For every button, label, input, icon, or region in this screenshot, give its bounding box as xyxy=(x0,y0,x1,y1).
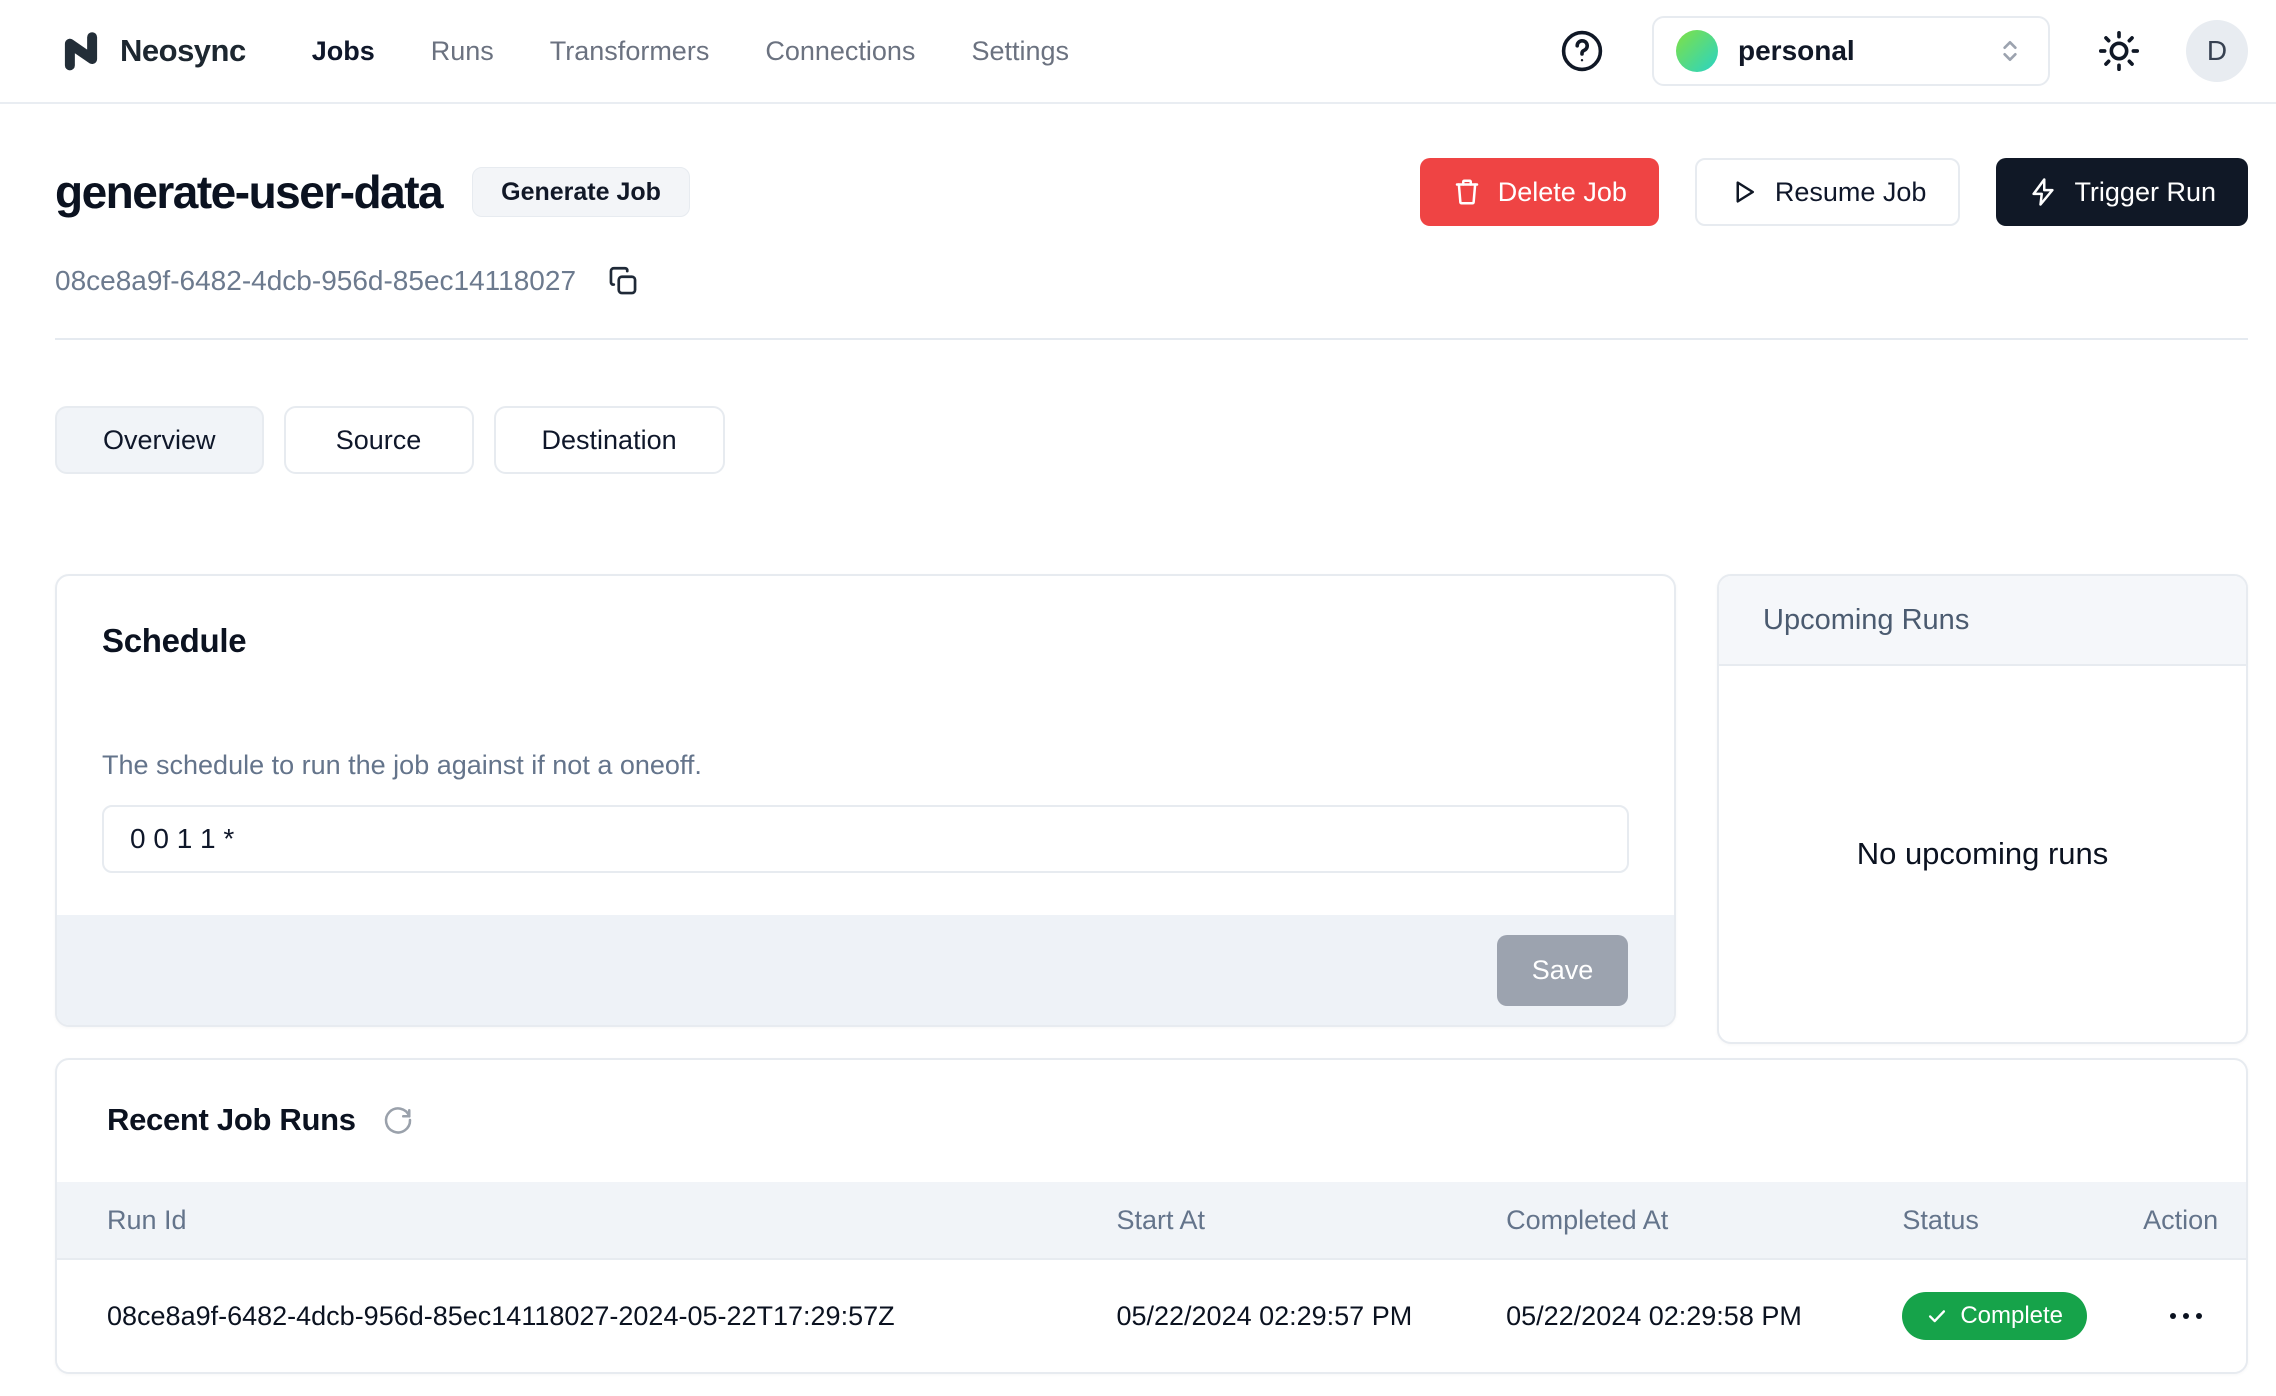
tab-overview[interactable]: Overview xyxy=(55,406,264,474)
schedule-title: Schedule xyxy=(102,622,1629,660)
delete-job-button[interactable]: Delete Job xyxy=(1420,158,1659,226)
tab-source[interactable]: Source xyxy=(284,406,474,474)
trigger-run-button[interactable]: Trigger Run xyxy=(1996,158,2248,226)
runs-table-header: Run Id Start At Completed At Status Acti… xyxy=(57,1182,2246,1260)
status-cell: Complete xyxy=(1902,1292,2143,1340)
chevron-up-down-icon xyxy=(1994,35,2026,67)
play-icon xyxy=(1729,177,1759,207)
action-cell xyxy=(2143,1303,2246,1329)
recent-job-runs-header: Recent Job Runs xyxy=(57,1060,2246,1182)
column-status: Status xyxy=(1902,1205,2143,1236)
table-row[interactable]: 08ce8a9f-6482-4dcb-956d-85ec14118027-202… xyxy=(57,1260,2246,1372)
theme-toggle-sun-icon[interactable] xyxy=(2096,28,2142,74)
job-id-row: 08ce8a9f-6482-4dcb-956d-85ec14118027 xyxy=(55,264,2248,298)
brand-logo[interactable]: Neosync xyxy=(58,28,246,74)
trash-icon xyxy=(1452,177,1482,207)
lightning-bolt-icon xyxy=(2028,177,2058,207)
job-overview-page: generate-user-data Generate Job Delete J… xyxy=(0,158,2276,1374)
start-at-cell: 05/22/2024 02:29:57 PM xyxy=(1116,1301,1506,1332)
tab-destination[interactable]: Destination xyxy=(494,406,725,474)
status-label: Complete xyxy=(1960,1302,2063,1330)
page-header: generate-user-data Generate Job Delete J… xyxy=(55,158,2248,226)
nav-item-settings[interactable]: Settings xyxy=(971,36,1069,67)
column-start-at: Start At xyxy=(1116,1205,1506,1236)
nav-item-connections[interactable]: Connections xyxy=(765,36,915,67)
nav-item-jobs[interactable]: Jobs xyxy=(312,36,375,67)
user-avatar-initial: D xyxy=(2207,35,2227,67)
resume-job-label: Resume Job xyxy=(1775,177,1927,208)
upcoming-runs-card: Upcoming Runs No upcoming runs xyxy=(1717,574,2248,1044)
check-icon xyxy=(1926,1305,1948,1327)
job-id: 08ce8a9f-6482-4dcb-956d-85ec14118027 xyxy=(55,265,576,297)
ellipsis-icon[interactable] xyxy=(2166,1303,2206,1329)
column-completed-at: Completed At xyxy=(1506,1205,1902,1236)
schedule-card-footer: Save xyxy=(57,915,1674,1025)
account-name: personal xyxy=(1738,35,1974,67)
run-id-cell: 08ce8a9f-6482-4dcb-956d-85ec14118027-202… xyxy=(57,1301,1116,1332)
schedule-description: The schedule to run the job against if n… xyxy=(102,750,1629,781)
neosync-logo-icon xyxy=(58,28,104,74)
upcoming-runs-empty-state: No upcoming runs xyxy=(1719,666,2246,1042)
page-actions: Delete Job Resume Job Trigger Run xyxy=(1420,158,2248,226)
account-avatar-gradient xyxy=(1676,30,1718,72)
cron-schedule-input[interactable] xyxy=(102,805,1629,873)
section-divider xyxy=(55,338,2248,340)
brand-name: Neosync xyxy=(120,33,246,69)
nav-item-transformers[interactable]: Transformers xyxy=(550,36,710,67)
page-title: generate-user-data xyxy=(55,165,442,219)
trigger-run-label: Trigger Run xyxy=(2074,177,2216,208)
help-icon[interactable] xyxy=(1558,27,1606,75)
user-avatar[interactable]: D xyxy=(2186,20,2248,82)
top-nav: Neosync Jobs Runs Transformers Connectio… xyxy=(0,0,2276,104)
delete-job-label: Delete Job xyxy=(1498,177,1627,208)
account-switcher[interactable]: personal xyxy=(1652,16,2050,86)
copy-icon[interactable] xyxy=(606,264,640,298)
column-action: Action xyxy=(2143,1205,2248,1236)
status-badge: Complete xyxy=(1902,1292,2087,1340)
overview-cards-row: Schedule The schedule to run the job aga… xyxy=(55,574,2248,1044)
nav-item-runs[interactable]: Runs xyxy=(431,36,494,67)
schedule-card: Schedule The schedule to run the job aga… xyxy=(55,574,1676,1027)
job-type-badge: Generate Job xyxy=(472,167,690,217)
refresh-icon[interactable] xyxy=(380,1102,416,1138)
job-tabs: Overview Source Destination xyxy=(55,406,2248,474)
recent-job-runs-title: Recent Job Runs xyxy=(107,1102,356,1138)
column-run-id: Run Id xyxy=(57,1205,1116,1236)
main-nav: Jobs Runs Transformers Connections Setti… xyxy=(312,36,1069,67)
resume-job-button[interactable]: Resume Job xyxy=(1695,158,1961,226)
upcoming-runs-header: Upcoming Runs xyxy=(1719,576,2246,666)
save-button[interactable]: Save xyxy=(1497,935,1628,1006)
recent-job-runs-card: Recent Job Runs Run Id Start At Complete… xyxy=(55,1058,2248,1374)
completed-at-cell: 05/22/2024 02:29:58 PM xyxy=(1506,1301,1902,1332)
